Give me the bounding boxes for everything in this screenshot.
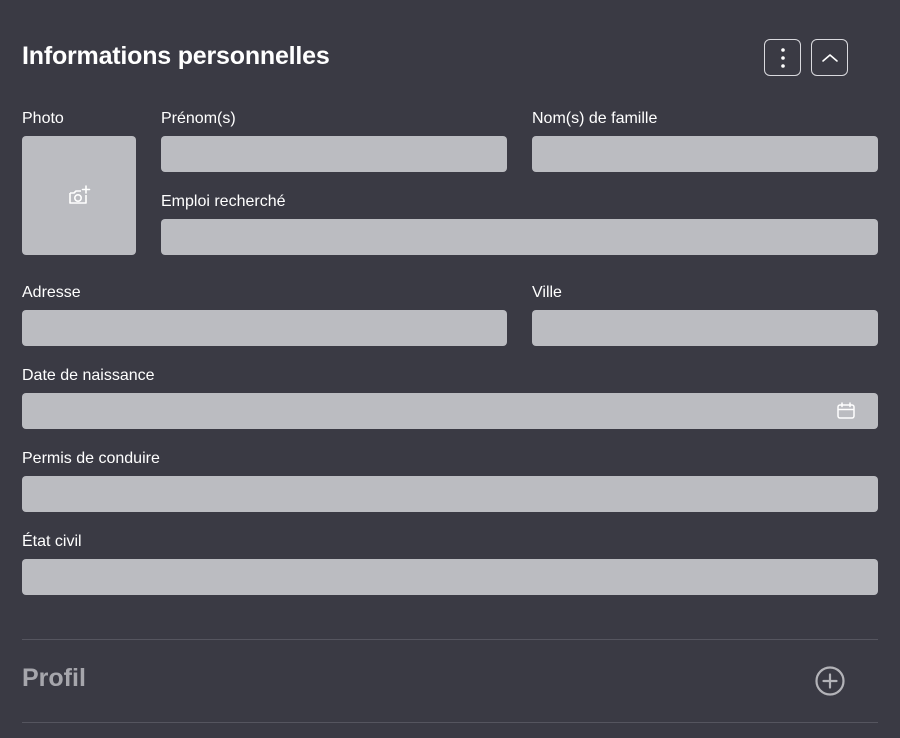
calendar-icon[interactable] <box>836 402 856 420</box>
photo-upload[interactable] <box>22 136 136 255</box>
vertical-dots-icon <box>780 47 785 68</box>
marital-status-input[interactable] <box>22 559 878 595</box>
plus-circle-icon[interactable] <box>814 665 846 697</box>
job-label: Emploi recherché <box>161 193 286 210</box>
license-label: Permis de conduire <box>22 450 160 467</box>
chevron-up-icon <box>821 53 838 62</box>
birth-date-label: Date de naissance <box>22 367 155 384</box>
address-input[interactable] <box>22 310 507 346</box>
marital-status-label: État civil <box>22 533 82 550</box>
bottom-divider <box>22 722 878 723</box>
job-input[interactable] <box>161 219 878 255</box>
last-name-input[interactable] <box>532 136 878 172</box>
section-title: Informations personnelles <box>22 42 330 70</box>
more-options-button[interactable] <box>764 39 801 76</box>
first-name-label: Prénom(s) <box>161 110 236 127</box>
section-divider <box>22 639 878 640</box>
city-input[interactable] <box>532 310 878 346</box>
collapse-section-button[interactable] <box>811 39 848 76</box>
city-label: Ville <box>532 284 562 301</box>
last-name-label: Nom(s) de famille <box>532 110 658 127</box>
first-name-input[interactable] <box>161 136 507 172</box>
address-label: Adresse <box>22 284 81 301</box>
photo-label: Photo <box>22 110 64 127</box>
birth-date-input[interactable] <box>22 393 878 429</box>
personal-info-panel: Informations personnelles Photo Prénom(s… <box>0 0 900 738</box>
license-input[interactable] <box>22 476 878 512</box>
camera-add-icon <box>69 184 91 204</box>
profile-section-title[interactable]: Profil <box>22 664 86 693</box>
